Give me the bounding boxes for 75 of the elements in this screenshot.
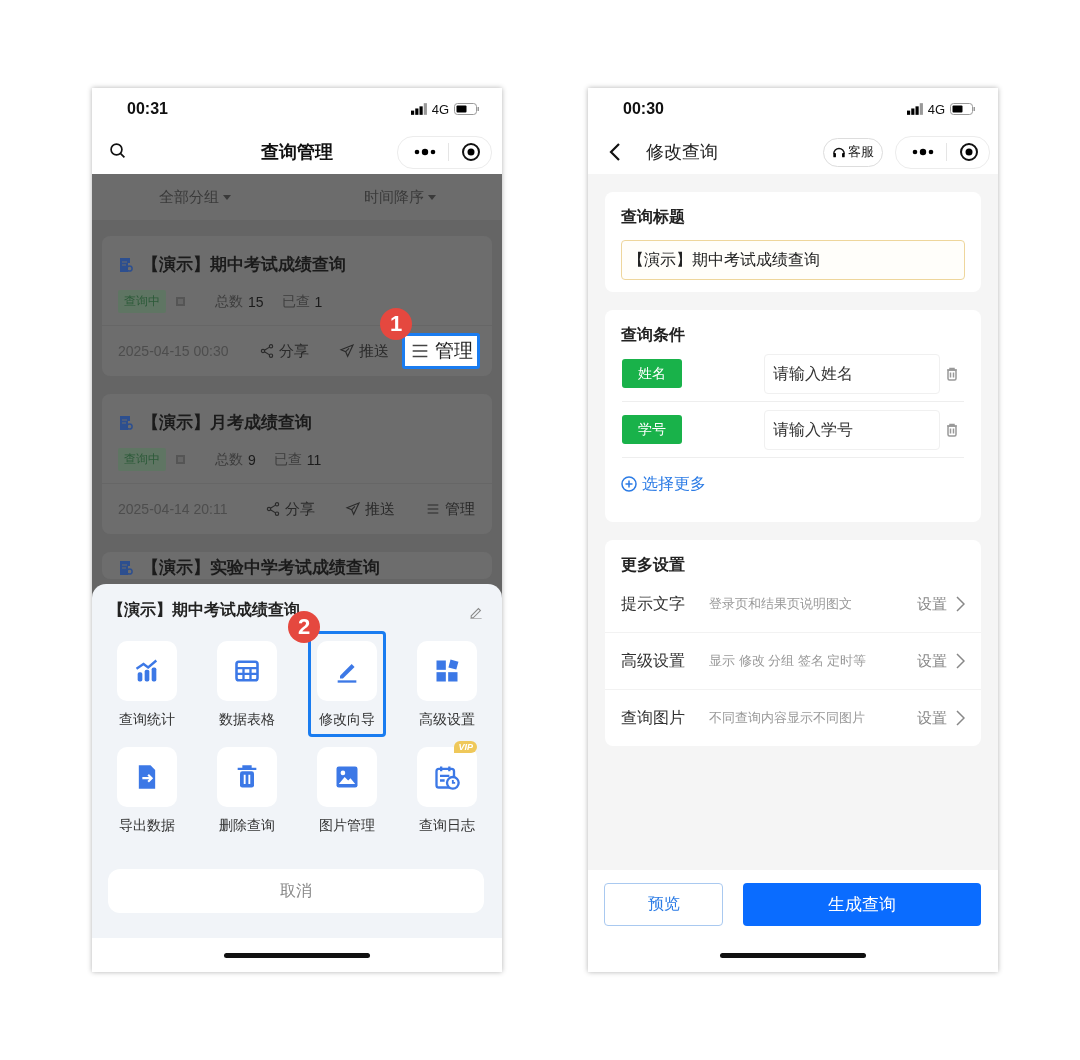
card-action-button[interactable]: 管理 <box>402 333 480 369</box>
setting-action: 设置 <box>917 594 947 614</box>
action-tile[interactable]: 查询统计 <box>108 631 186 737</box>
field-tag: 姓名 <box>622 359 682 388</box>
generate-button[interactable]: 生成查询 <box>743 883 981 926</box>
signal-icon <box>906 103 924 115</box>
section-heading: 更多设置 <box>620 555 686 575</box>
vip-badge: VIP <box>454 741 477 753</box>
more-icon[interactable] <box>912 148 934 156</box>
chevron-right-icon <box>955 710 965 726</box>
status-time: 00:30 <box>623 100 665 118</box>
network-label: 4G <box>927 101 945 117</box>
page-title: 查询管理 <box>261 142 333 162</box>
action-tile[interactable]: 删除查询 <box>208 737 286 843</box>
total-count: 15 <box>248 293 264 310</box>
action-tile[interactable]: 导出数据 <box>108 737 186 843</box>
share-icon <box>259 343 275 359</box>
settings-row[interactable]: 查询图片 不同查询内容显示不同图片 设置 <box>605 690 981 746</box>
viewed-count: 11 <box>306 451 322 468</box>
setting-action: 设置 <box>917 651 947 671</box>
select-more-link[interactable]: 选择更多 <box>621 458 706 510</box>
menu-icon <box>425 501 441 517</box>
field-tag: 学号 <box>622 415 682 444</box>
chevron-right-icon <box>955 653 965 669</box>
record-icon[interactable] <box>959 142 979 162</box>
setting-action: 设置 <box>917 708 947 728</box>
document-icon <box>118 414 134 431</box>
setting-description: 登录页和结果页说明图文 <box>709 595 853 613</box>
cancel-button[interactable]: 取消 <box>108 869 484 913</box>
step-badge: 1 <box>380 308 412 340</box>
section-heading: 查询标题 <box>621 207 686 227</box>
text-input[interactable]: 请输入姓名 <box>764 353 940 394</box>
battery-icon <box>950 103 976 115</box>
setting-label: 查询图片 <box>621 707 686 728</box>
page-title: 修改查询 <box>646 141 719 164</box>
setting-label: 高级设置 <box>621 650 686 671</box>
query-title: 【演示】实验中学考试成绩查询 <box>142 557 380 579</box>
action-tile[interactable]: 高级设置 <box>408 631 486 737</box>
document-icon <box>118 559 134 576</box>
text-input[interactable]: 请输入学号 <box>764 409 940 450</box>
record-icon[interactable] <box>461 142 481 162</box>
viewed-count: 1 <box>314 293 323 310</box>
trash-icon[interactable] <box>944 365 960 382</box>
title-input[interactable]: 【演示】期中考试成绩查询 <box>621 240 965 280</box>
service-button[interactable]: 客服 <box>823 137 883 167</box>
document-icon <box>118 256 134 273</box>
table-icon <box>233 657 261 685</box>
setting-description: 不同查询内容显示不同图片 <box>709 709 866 727</box>
network-label: 4G <box>431 101 449 117</box>
caret-icon <box>222 194 231 200</box>
send-icon <box>339 343 355 359</box>
back-icon[interactable] <box>608 142 622 162</box>
signal-icon <box>410 103 428 115</box>
action-tile[interactable]: 数据表格 <box>208 631 286 737</box>
more-icon[interactable] <box>414 148 436 156</box>
trash-icon[interactable] <box>944 421 960 438</box>
caret-icon <box>427 194 436 200</box>
share-icon <box>265 501 281 517</box>
battery-icon <box>454 103 480 115</box>
plus-circle-icon <box>621 476 637 492</box>
settings-row[interactable]: 提示文字 登录页和结果页说明图文 设置 <box>605 576 981 633</box>
headset-icon <box>832 145 846 159</box>
chevron-right-icon <box>955 596 965 612</box>
query-title: 【演示】月考成绩查询 <box>142 412 312 434</box>
setting-description: 显示 修改 分组 签名 定时等 <box>709 652 868 670</box>
status-time: 00:31 <box>127 100 169 118</box>
settings-row[interactable]: 高级设置 显示 修改 分组 签名 定时等 设置 <box>605 633 981 690</box>
action-tile[interactable]: 图片管理 <box>308 737 386 843</box>
preview-button[interactable]: 预览 <box>604 883 723 926</box>
action-tile[interactable]: VIP 查询日志 <box>408 737 486 843</box>
section-heading: 查询条件 <box>621 325 686 345</box>
setting-label: 提示文字 <box>621 593 686 614</box>
send-icon <box>345 501 361 517</box>
total-count: 9 <box>248 451 256 468</box>
query-title: 【演示】期中考试成绩查询 <box>142 254 346 276</box>
